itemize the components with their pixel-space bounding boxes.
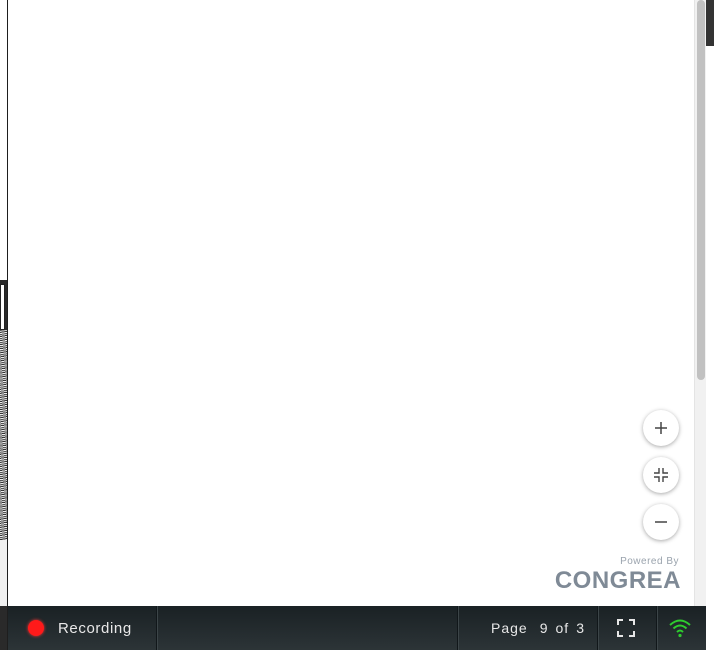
status-bar: Recording Page 9 of 3 — [8, 606, 706, 650]
fullscreen-icon — [617, 619, 635, 637]
left-panel-texture — [0, 330, 7, 540]
left-panel-bottom — [0, 540, 7, 606]
zoom-out-button[interactable] — [643, 504, 679, 540]
powered-by-branding: Powered By CONGREA — [551, 556, 681, 596]
fullscreen-button[interactable] — [616, 606, 636, 650]
collapse-icon — [654, 468, 668, 482]
page-current: 9 — [539, 620, 549, 636]
panel-resize-handle[interactable] — [0, 284, 5, 330]
left-panel-edge — [0, 0, 7, 650]
status-divider — [597, 606, 598, 650]
zoom-in-button[interactable] — [643, 410, 679, 446]
page-label: Page — [491, 620, 528, 636]
left-panel-top — [0, 0, 7, 280]
congrea-logo: CONGREA — [554, 567, 681, 594]
right-panel-top — [706, 0, 714, 46]
status-divider — [457, 606, 458, 650]
plus-icon — [655, 422, 667, 434]
page-total: 3 — [576, 620, 585, 636]
record-dot-icon — [28, 620, 44, 636]
status-divider — [156, 606, 157, 650]
recording-indicator[interactable]: Recording — [28, 606, 132, 650]
right-panel-edge — [706, 0, 714, 650]
recording-label: Recording — [58, 619, 132, 637]
minus-icon — [655, 521, 667, 523]
fit-to-screen-button[interactable] — [643, 457, 679, 493]
document-viewer — [8, 0, 694, 606]
network-status[interactable] — [668, 606, 692, 650]
wifi-icon — [669, 619, 691, 638]
scrollbar-thumb[interactable] — [697, 0, 705, 380]
status-divider — [656, 606, 657, 650]
page-of: of — [555, 620, 570, 636]
page-indicator: Page 9 of 3 — [491, 606, 585, 650]
